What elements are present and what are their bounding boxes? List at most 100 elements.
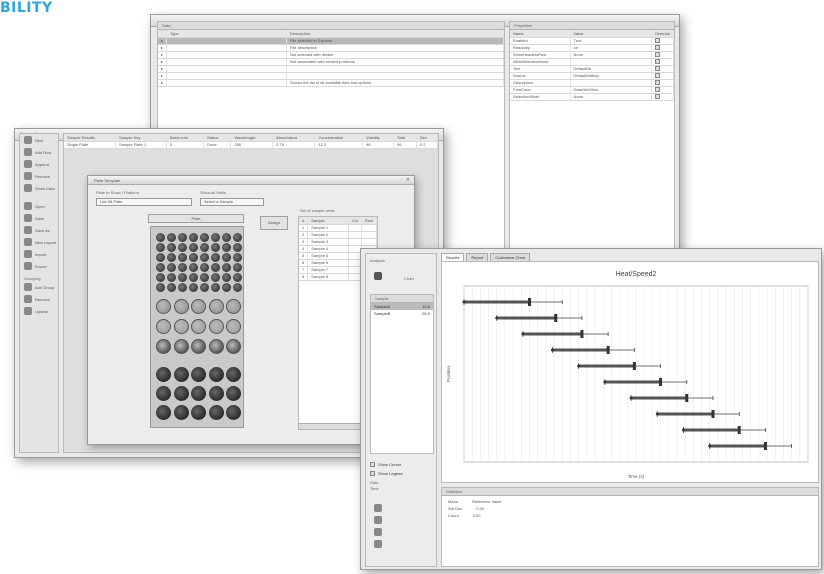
plate-well[interactable] [211, 263, 220, 272]
plate-well[interactable] [211, 243, 220, 252]
plate-button[interactable]: Plate [148, 214, 244, 223]
plate-well[interactable] [208, 319, 224, 334]
table-row[interactable]: ▸ [158, 72, 504, 80]
plate-well[interactable] [208, 299, 224, 314]
table-row[interactable]: Source DefaultSetting [510, 72, 675, 80]
column-header[interactable]: # [299, 217, 309, 225]
sidebar-item[interactable]: Open [20, 200, 58, 212]
tool-item[interactable] [370, 502, 434, 514]
chart-icon[interactable] [374, 272, 382, 280]
plate-well[interactable] [156, 339, 171, 354]
plate-well[interactable] [189, 283, 198, 292]
table-row[interactable]: ▸ Not selected with details [158, 51, 504, 59]
table-row[interactable]: SelectionMode None [510, 93, 675, 101]
plate-well[interactable] [200, 233, 209, 242]
column-header[interactable]: Sample Key [115, 134, 167, 142]
tab-customize-chart[interactable]: Customize Chart [490, 253, 531, 261]
table-row[interactable]: ▸ Shows the list of all available files a… [158, 79, 504, 87]
plate-well[interactable] [173, 339, 189, 354]
plate-well[interactable] [226, 367, 241, 382]
sidebar-item[interactable]: Save As [20, 224, 58, 236]
plate-well[interactable] [211, 253, 220, 262]
plate-well[interactable] [191, 339, 206, 354]
table-row[interactable]: ▸ Not associated with related positions [158, 58, 504, 66]
plate-well[interactable] [226, 299, 241, 314]
sidebar-item[interactable]: Add Group [20, 281, 58, 293]
assign-button[interactable]: Assign [260, 216, 288, 230]
property-value[interactable]: DefaultSetting [570, 72, 652, 80]
plate-well[interactable] [167, 263, 176, 272]
plate-well[interactable] [233, 243, 242, 252]
plate-well[interactable] [233, 233, 242, 242]
plate-well[interactable] [178, 243, 187, 252]
table-row[interactable]: Single Plate Sample Plate 1 0 Done 280 0.75 12… [64, 141, 439, 149]
checkbox-row[interactable]: Show Legend [370, 469, 434, 478]
column-header[interactable]: Batch Info [166, 134, 205, 142]
plate-well[interactable] [222, 243, 231, 252]
column-header[interactable]: Total [393, 134, 417, 142]
plate-well[interactable] [167, 243, 176, 252]
tool-item[interactable] [370, 514, 434, 526]
plate-well[interactable] [222, 263, 231, 272]
checkbox-row[interactable]: Show Cursor [370, 460, 434, 469]
plate-well[interactable] [156, 367, 171, 382]
column-header[interactable]: Dev [416, 134, 439, 142]
plate-well[interactable] [167, 283, 176, 292]
column-header[interactable]: Name [510, 30, 571, 38]
sidebar-item[interactable]: Add Row [20, 146, 58, 158]
table-row[interactable]: ForeColor DataGridView [510, 86, 675, 94]
plate-well[interactable] [191, 319, 206, 334]
plate-well[interactable] [200, 273, 209, 282]
plate-well[interactable] [156, 273, 165, 282]
column-header[interactable]: Sample Results [64, 134, 116, 142]
plate-well[interactable] [173, 405, 189, 420]
plate-well[interactable] [200, 253, 209, 262]
plate-well[interactable] [173, 299, 189, 314]
plate-well[interactable] [178, 233, 187, 242]
override-checkbox[interactable] [654, 72, 660, 78]
tab-report[interactable]: Report [466, 253, 489, 261]
sidebar-item[interactable]: Update [20, 305, 58, 317]
plate-well[interactable] [189, 233, 198, 242]
plate-well[interactable] [189, 263, 198, 272]
plate-well[interactable] [173, 386, 189, 401]
plate-well[interactable] [233, 273, 242, 282]
plate-well[interactable] [233, 283, 242, 292]
sidebar-item[interactable]: Remove [20, 293, 58, 305]
plate-well[interactable] [173, 367, 189, 382]
plate-well[interactable] [208, 339, 224, 354]
plate-well[interactable] [156, 263, 165, 272]
plate-well[interactable] [226, 339, 241, 354]
plate-well[interactable] [200, 263, 209, 272]
table-row[interactable]: ▸ File description [158, 44, 504, 52]
column-header[interactable]: Viability [362, 134, 394, 142]
sidebar-item[interactable]: Remove [20, 170, 58, 182]
property-value[interactable]: None [570, 93, 652, 101]
column-header[interactable]: Sample [307, 217, 349, 225]
sidebar-item[interactable]: New Layout [20, 236, 58, 248]
plate-well[interactable] [156, 299, 171, 314]
sidebar-item[interactable]: Save [20, 212, 58, 224]
plate-well[interactable] [222, 233, 231, 242]
plate-type-select[interactable]: Lab 96 Plate [96, 198, 192, 206]
plate-well[interactable] [191, 299, 206, 314]
property-value[interactable] [570, 79, 652, 87]
plate-well[interactable] [156, 243, 165, 252]
plate-well[interactable] [167, 233, 176, 242]
override-checkbox[interactable] [654, 86, 660, 92]
plate-well[interactable] [189, 273, 198, 282]
wells-select[interactable]: Select a Sample [200, 198, 264, 206]
override-checkbox[interactable] [654, 93, 660, 99]
close-icon[interactable]: ✕ [406, 177, 410, 183]
plate-well[interactable] [167, 273, 176, 282]
override-checkbox[interactable] [654, 37, 660, 43]
override-checkbox[interactable] [654, 79, 660, 85]
tool-item[interactable] [370, 538, 434, 550]
column-header[interactable]: Type [166, 30, 288, 38]
plate-well[interactable] [189, 253, 198, 262]
plate-well[interactable] [156, 283, 165, 292]
sidebar-item[interactable]: Show Data [20, 182, 58, 194]
sidebar-item[interactable]: New [20, 134, 58, 146]
plate-well[interactable] [191, 405, 206, 420]
sidebar-item[interactable]: Append [20, 158, 58, 170]
